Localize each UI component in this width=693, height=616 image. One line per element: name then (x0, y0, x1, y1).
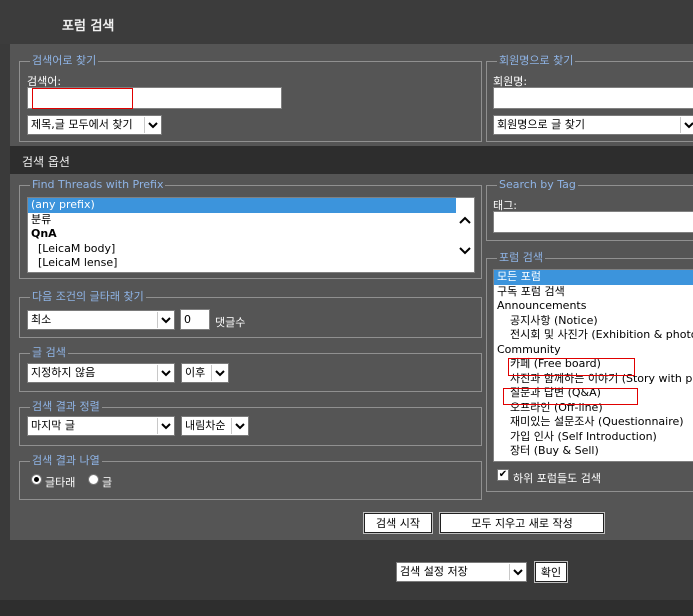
member-input[interactable] (493, 87, 693, 109)
forum-option[interactable]: 공지사항 (Notice) (494, 314, 693, 329)
forum-option[interactable]: Announcements (494, 299, 693, 314)
chevron-up-icon[interactable] (459, 214, 471, 227)
date-legend: 글 검색 (32, 346, 66, 359)
search-start-button[interactable]: 검색 시작 (363, 512, 433, 534)
child-forums-checkbox[interactable]: ✔ (497, 469, 509, 481)
highlight-box (32, 88, 133, 109)
prefix-option[interactable]: (any prefix) (28, 198, 456, 213)
replies-count-input[interactable]: 0 (180, 309, 210, 330)
highlight-box (503, 388, 638, 405)
prefix-legend: Find Threads with Prefix (32, 178, 164, 191)
tag-input[interactable] (493, 211, 693, 233)
chevron-down-icon (157, 365, 173, 381)
prefix-scrollbar[interactable] (456, 198, 474, 272)
page-title: 포럼 검색 (62, 19, 115, 34)
sort-field-select[interactable]: 마지막 글 (27, 416, 175, 436)
keyword-legend: 검색어로 찾기 (32, 54, 97, 67)
date-range-select[interactable]: 지정하지 않음 (27, 363, 175, 383)
highlight-box (508, 358, 635, 376)
child-forums-label: 하위 포럼들도 검색 (513, 472, 601, 485)
forums-legend: 포럼 검색 (499, 251, 543, 264)
radio-threads[interactable] (31, 474, 42, 485)
forum-option[interactable]: 전시회 및 사진가 (Exhibition & photographer) (494, 328, 693, 343)
forum-option[interactable]: Community (494, 343, 693, 358)
prefix-listbox[interactable]: (any prefix) 분류 QnA [LeicaM body] [LeicaM le… (27, 197, 475, 273)
chevron-down-icon (680, 117, 693, 133)
replies-suffix-label: 댓글수 (215, 316, 246, 329)
save-settings-select[interactable]: 검색 설정 저장 (396, 562, 527, 582)
chevron-down-icon[interactable] (459, 245, 471, 258)
prefix-option[interactable]: [LeicaM lense] (28, 256, 456, 271)
display-legend: 검색 결과 나열 (32, 454, 100, 467)
chevron-down-icon (144, 117, 160, 133)
forum-option[interactable]: 재미있는 설문조사 (Questionnaire) (494, 415, 693, 430)
tag-legend: Search by Tag (499, 178, 576, 191)
replies-legend: 다음 조건의 글타래 찾기 (32, 290, 144, 303)
date-direction-select[interactable]: 이후 (181, 363, 229, 383)
search-options-header: 검색 옵션 (10, 146, 693, 174)
chevron-down-icon (157, 312, 173, 328)
member-legend: 회원명으로 찾기 (499, 54, 574, 67)
radio-posts[interactable] (88, 474, 99, 485)
sort-order-select[interactable]: 내림차순 (181, 416, 249, 436)
chevron-down-icon (211, 365, 227, 381)
prefix-option[interactable]: QnA (28, 227, 456, 242)
radio-threads-label: 글타래 (45, 476, 76, 489)
member-mode-select[interactable]: 회원명으로 글 찾기 (493, 115, 693, 135)
replies-condition-select[interactable]: 최소 (27, 310, 175, 330)
sort-legend: 검색 결과 정렬 (32, 400, 100, 413)
forum-option[interactable]: 구독 포럼 검색 (494, 285, 693, 300)
prefix-option[interactable]: 분류 (28, 213, 456, 228)
footer-strip (0, 600, 693, 616)
forum-option[interactable]: 모든 포럼 (494, 270, 693, 285)
forum-option[interactable]: 장터 (Buy & Sell) (494, 444, 693, 459)
reset-form-button[interactable]: 모두 지우고 새로 작성 (439, 512, 605, 534)
chevron-down-icon (231, 418, 247, 434)
prefix-option[interactable]: [LeicaM body] (28, 242, 456, 257)
confirm-button[interactable]: 확인 (534, 561, 568, 583)
forum-option[interactable]: 가입 인사 (Self Introduction) (494, 430, 693, 445)
chevron-down-icon (157, 418, 173, 434)
chevron-down-icon (509, 564, 525, 580)
keyword-scope-select[interactable]: 제목,글 모두에서 찾기 (27, 115, 162, 135)
radio-posts-label: 글 (102, 476, 113, 489)
